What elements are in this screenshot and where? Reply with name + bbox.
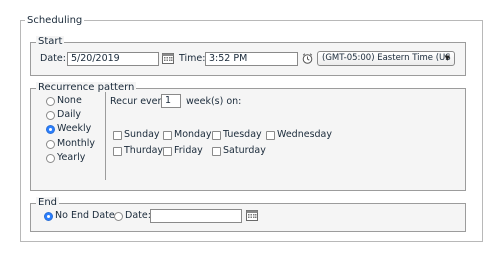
start-time-input[interactable]: 3:52 PM: [205, 52, 298, 66]
start-date-input[interactable]: 5/20/2019: [67, 52, 159, 66]
day-monday-checkbox[interactable]: [163, 131, 172, 140]
start-legend: Start: [36, 36, 65, 47]
day-thursday-label: Thurday: [124, 145, 164, 156]
pattern-daily-radio[interactable]: [46, 111, 55, 120]
day-tuesday-checkbox[interactable]: [212, 131, 221, 140]
pattern-yearly-radio[interactable]: [46, 154, 55, 163]
recur-every-input[interactable]: 1: [161, 94, 181, 108]
end-date-input[interactable]: [150, 209, 242, 223]
end-legend: End: [36, 197, 60, 208]
no-end-date-radio[interactable]: [44, 212, 53, 221]
end-date-radio[interactable]: [114, 212, 123, 221]
day-friday-checkbox[interactable]: [163, 147, 172, 156]
day-thursday-checkbox[interactable]: [113, 147, 122, 156]
day-wednesday-checkbox[interactable]: [266, 131, 275, 140]
calendar-icon[interactable]: [246, 210, 258, 221]
day-tuesday-label: Tuesday: [223, 129, 262, 140]
timezone-select-value: (GMT-05:00) Eastern Time (US &: [322, 53, 455, 63]
timezone-select[interactable]: (GMT-05:00) Eastern Time (US & ▼: [317, 51, 455, 66]
day-saturday-label: Saturday: [223, 145, 266, 156]
no-end-date-label: No End Date: [55, 210, 115, 221]
recur-every-label: Recur every: [110, 96, 168, 107]
pattern-weekly-radio[interactable]: [46, 125, 55, 134]
day-wednesday-label: Wednesday: [277, 129, 333, 140]
pattern-weekly-label: Weekly: [57, 123, 92, 134]
clock-icon[interactable]: [302, 53, 313, 64]
weeks-on-label: week(s) on:: [186, 96, 242, 107]
start-date-label: Date:: [40, 53, 66, 64]
pattern-none-label: None: [57, 95, 82, 106]
pattern-yearly-label: Yearly: [57, 152, 86, 163]
day-friday-label: Friday: [174, 145, 203, 156]
day-monday-label: Monday: [174, 129, 212, 140]
day-saturday-checkbox[interactable]: [212, 147, 221, 156]
pattern-monthly-radio[interactable]: [46, 140, 55, 149]
pattern-none-radio[interactable]: [46, 97, 55, 106]
pattern-divider: [105, 92, 106, 180]
calendar-icon[interactable]: [162, 53, 174, 64]
start-time-label: Time:: [179, 53, 206, 64]
chevron-down-icon: ▼: [444, 54, 450, 62]
scheduling-legend: Scheduling: [25, 15, 85, 26]
recurrence-legend: Recurrence pattern: [36, 82, 137, 93]
day-sunday-label: Sunday: [124, 129, 160, 140]
day-sunday-checkbox[interactable]: [113, 131, 122, 140]
pattern-monthly-label: Monthly: [57, 138, 96, 149]
pattern-daily-label: Daily: [57, 109, 82, 120]
end-date-label: Date:: [125, 210, 151, 221]
